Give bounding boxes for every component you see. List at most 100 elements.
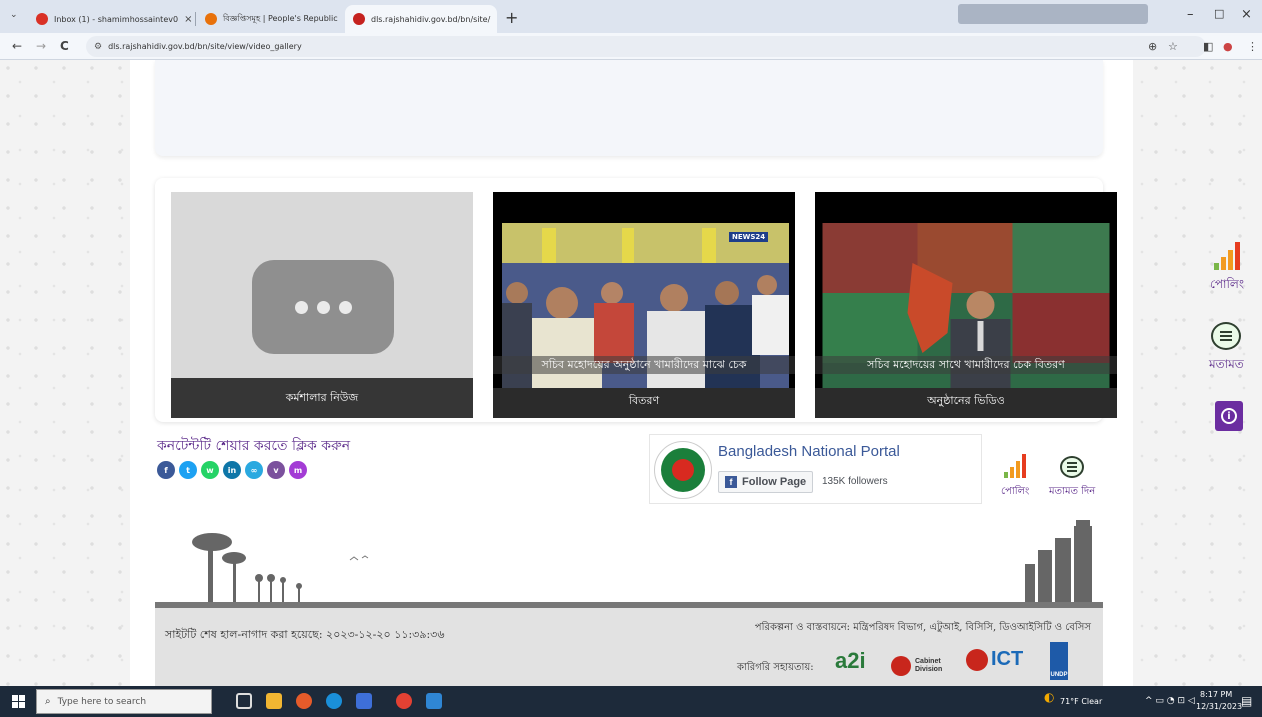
video-gallery-row: কর্মশালার নিউজ NEWS24 সচিব মহোদয়ের অনুষ… — [155, 178, 1117, 422]
firefox-icon[interactable] — [296, 693, 312, 709]
linkedin-share-icon[interactable]: in — [223, 461, 241, 479]
tab-title: dls.rajshahidiv.gov.bd/bn/site/ — [371, 14, 491, 24]
close-window-button[interactable]: × — [1241, 7, 1252, 22]
floating-poll-bars-icon — [1214, 242, 1241, 270]
video-card-cheque-ceremony[interactable]: NEWS24 সচিব মহোদয়ের অনুষ্ঠানে খামারীদের… — [493, 192, 795, 418]
accessibility-button[interactable]: i — [1215, 401, 1243, 431]
new-tab-button[interactable]: + — [505, 8, 518, 27]
browser-tab-bar: ⌄ Inbox (1) - shamimhossaintev0 × বিজ্ঞপ… — [0, 0, 1262, 33]
cabinet-division-logo[interactable]: Cabinet Division — [891, 656, 955, 676]
poll-bars-icon — [1004, 454, 1027, 478]
ict-division-logo[interactable]: ICT — [966, 648, 1023, 671]
task-view-icon[interactable] — [236, 693, 252, 709]
tab-title: Inbox (1) - shamimhossaintev0 — [54, 14, 179, 24]
notifications-icon[interactable]: ▤ — [1241, 694, 1252, 708]
footer-skyline-illustration — [192, 520, 1092, 602]
follow-label: Follow Page — [742, 476, 807, 488]
video-card-workshop[interactable]: কর্মশালার নিউজ — [171, 192, 473, 418]
clock-time[interactable]: 8:17 PM — [1200, 690, 1232, 699]
menu-icon[interactable]: ⋮ — [1247, 40, 1258, 53]
browser-toolbar: ← → C ⚙ dls.rajshahidiv.gov.bd/bn/site/v… — [0, 33, 1262, 60]
twitter-share-icon[interactable]: t — [179, 461, 197, 479]
tab-search-icon[interactable]: ⌄ — [10, 10, 18, 20]
poll-link[interactable]: পোলিং — [1001, 454, 1029, 501]
site-favicon-icon — [353, 13, 365, 25]
facebook-icon: f — [725, 476, 737, 488]
page-viewport: কর্মশালার নিউজ NEWS24 সচিব মহোদয়ের অনুষ… — [0, 60, 1262, 686]
a2i-logo[interactable]: a2i — [835, 648, 866, 674]
bookmark-star-icon[interactable]: ☆ — [1168, 40, 1178, 53]
tab-title: বিজ্ঞপ্তিসমূহ | People's Republic — [223, 13, 338, 23]
site-info-icon[interactable]: ⚙ — [94, 42, 102, 52]
floating-feedback-icon — [1211, 322, 1242, 350]
feedback-chat-icon — [1060, 456, 1085, 478]
share-heading: কনটেন্টটি শেয়ার করতে ক্লিক করুন — [157, 438, 351, 454]
windows-taskbar: ⌕ Type here to search ◐ 71°F Clear ^ ▭ ◔… — [0, 686, 1262, 717]
maximize-button[interactable]: □ — [1214, 7, 1224, 20]
file-explorer-icon[interactable] — [266, 693, 282, 709]
window-title-strip — [958, 4, 1148, 24]
address-bar[interactable]: ⚙ dls.rajshahidiv.gov.bd/bn/site/view/vi… — [86, 36, 1206, 57]
word-icon[interactable] — [426, 693, 442, 709]
fb-followers-count: 135K followers — [822, 476, 888, 487]
facebook-page-widget: Bangladesh National Portal f Follow Page… — [649, 434, 982, 504]
profile-icon[interactable]: ● — [1223, 40, 1233, 53]
chrome-icon[interactable] — [396, 693, 412, 709]
clock-date[interactable]: 12/31/2023 — [1196, 702, 1242, 711]
tab-notices[interactable]: বিজ্ঞপ্তিসমূহ | People's Republic × — [197, 5, 343, 33]
video-card-cheque-video[interactable]: সচিব মহোদয়ের সাথে খামারীদের চেক বিতরণ অ… — [815, 192, 1117, 418]
mail-app-icon[interactable] — [356, 693, 372, 709]
ict-seal-icon — [966, 648, 988, 671]
implementation-credits: পরিকল্পনা ও বাস্তবায়নে: মন্ত্রিপরিষদ বি… — [754, 622, 1091, 633]
taskbar-search-box[interactable]: ⌕ Type here to search — [36, 689, 212, 714]
floating-feedback-button[interactable]: মতামত — [1209, 322, 1244, 376]
accessibility-icon: i — [1221, 408, 1237, 424]
search-placeholder: Type here to search — [57, 696, 147, 707]
floating-feedback-label: মতামত — [1209, 357, 1244, 371]
bangladesh-portal-logo[interactable] — [654, 441, 712, 499]
messenger-share-icon[interactable]: m — [289, 461, 307, 479]
video-caption: কর্মশালার নিউজ — [171, 378, 473, 418]
reload-button[interactable]: C — [60, 39, 69, 53]
tab-video-gallery[interactable]: dls.rajshahidiv.gov.bd/bn/site/ × — [345, 5, 497, 33]
close-tab-icon[interactable]: × — [490, 14, 497, 25]
video-player-card — [155, 60, 1103, 156]
close-tab-icon[interactable]: × — [338, 14, 343, 25]
video-loading-icon — [252, 260, 394, 354]
edge-icon[interactable] — [326, 693, 342, 709]
gmail-favicon-icon — [36, 13, 48, 25]
close-tab-icon[interactable]: × — [178, 14, 192, 25]
site-favicon-icon — [205, 13, 217, 25]
windows-start-icon[interactable] — [12, 695, 25, 708]
weather-text[interactable]: 71°F Clear — [1060, 697, 1102, 706]
fb-page-name[interactable]: Bangladesh National Portal — [718, 443, 900, 460]
poll-label: পোলিং — [1001, 486, 1030, 497]
url-text: dls.rajshahidiv.gov.bd/bn/site/view/vide… — [108, 42, 302, 51]
tab-inbox[interactable]: Inbox (1) - shamimhossaintev0 × — [28, 5, 194, 33]
system-tray-icons[interactable]: ^ ▭ ◔ ⊡ ◁ — [1145, 696, 1195, 706]
main-container: কর্মশালার নিউজ NEWS24 সচিব মহোদয়ের অনুষ… — [130, 60, 1133, 686]
cabinet-seal-icon — [891, 656, 911, 676]
forward-button[interactable]: → — [36, 39, 46, 53]
sidepanel-icon[interactable]: ◧ — [1203, 40, 1213, 53]
whatsapp-share-icon[interactable]: w — [201, 461, 219, 479]
news24-badge: NEWS24 — [729, 232, 769, 242]
video-caption-line2: অনুষ্ঠানের ভিডিও — [815, 388, 1117, 418]
video-caption-line1: সচিব মহোদয়ের অনুষ্ঠানে খামারীদের মাঝে চ… — [493, 356, 795, 374]
feedback-link[interactable]: মতামত দিন — [1049, 456, 1095, 501]
viber-share-icon[interactable]: v — [267, 461, 285, 479]
fb-follow-button[interactable]: f Follow Page — [718, 471, 814, 493]
minimize-button[interactable]: – — [1187, 7, 1194, 22]
undp-logo[interactable]: UNDP — [1050, 642, 1068, 680]
last-updated-text: সাইটটি শেষ হাল-নাগাদ করা হয়েছে: ২০২৩-১২… — [165, 628, 445, 641]
feedback-label: মতামত দিন — [1049, 486, 1096, 497]
back-button[interactable]: ← — [12, 39, 22, 53]
zoom-icon[interactable]: ⊕ — [1148, 40, 1157, 53]
share-buttons: f t w in ∞ v m — [157, 461, 307, 479]
link-share-icon[interactable]: ∞ — [245, 461, 263, 479]
video-caption-line2: বিতরণ — [493, 388, 795, 418]
facebook-share-icon[interactable]: f — [157, 461, 175, 479]
floating-poll-button[interactable]: পোলিং — [1210, 242, 1244, 296]
site-footer: সাইটটি শেষ হাল-নাগাদ করা হয়েছে: ২০২৩-১২… — [155, 602, 1103, 686]
floating-poll-label: পোলিং — [1210, 277, 1245, 291]
